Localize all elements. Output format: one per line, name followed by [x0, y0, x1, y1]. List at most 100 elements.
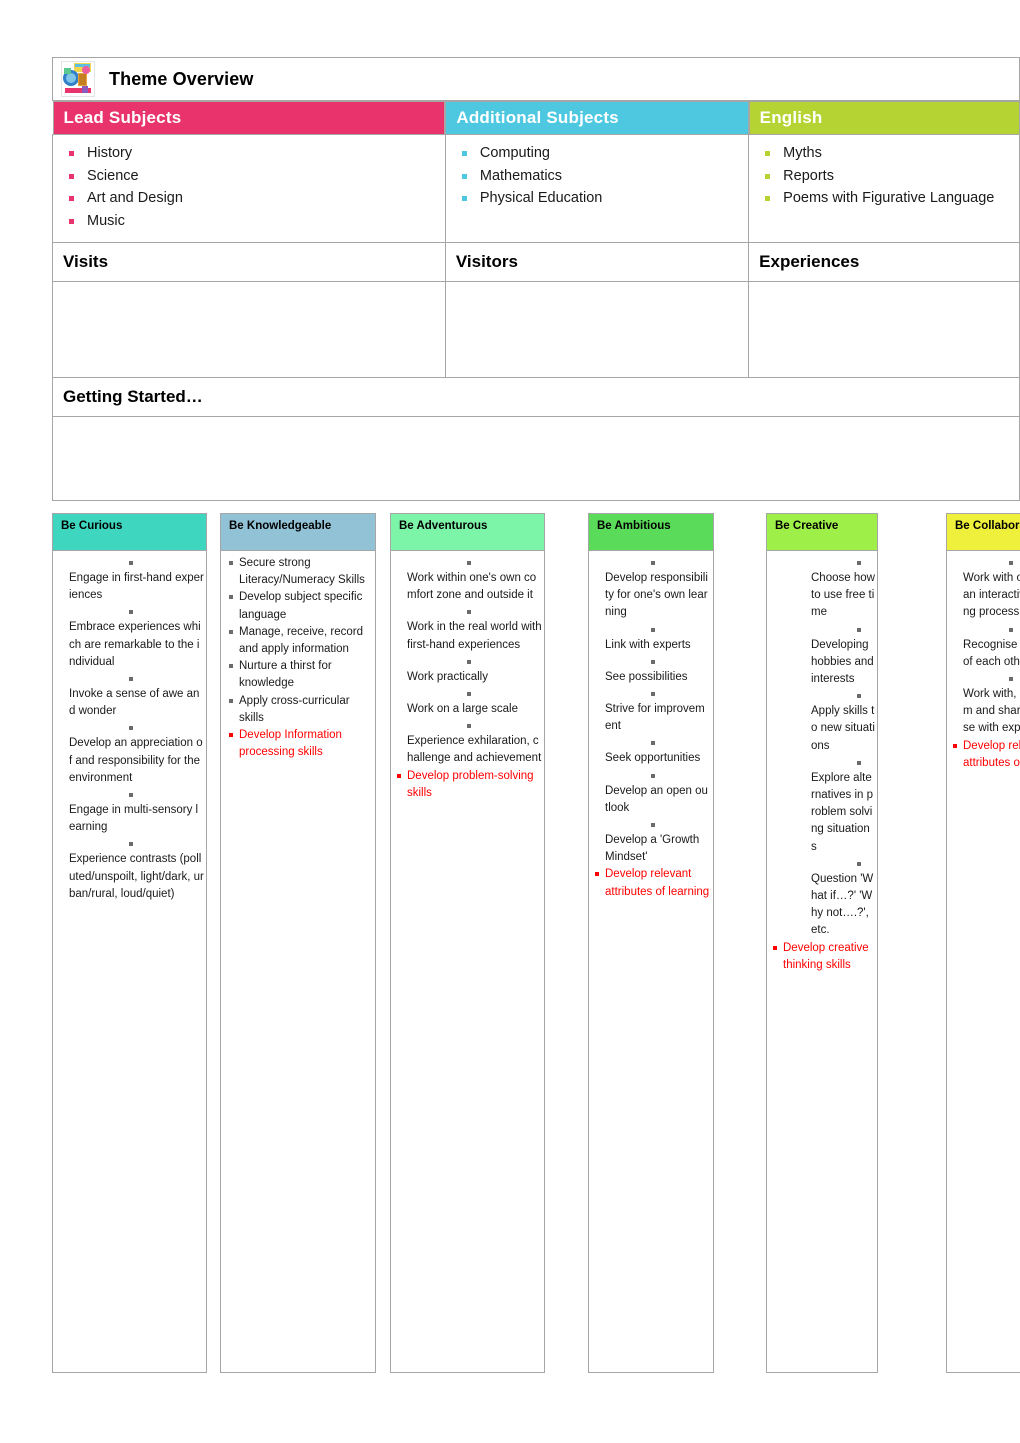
attribute-column-be-adventurous: Be Adventurous Work within one's own com… [390, 513, 545, 1373]
attribute-body-be-curious: Engage in first-hand experiences Embrace… [52, 551, 207, 1373]
title-cell: Theme Overview [52, 57, 1020, 101]
attribute-column-be-curious: Be Curious Engage in first-hand experien… [52, 513, 207, 1373]
lead-subjects-cell: History Science Art and Design Music [52, 134, 446, 243]
additional-subjects-band-cell: Additional Subjects [445, 101, 749, 135]
attribute-body-be-creative: Choose how to use free time Developing h… [766, 551, 878, 1373]
list-item: Engage in multi-sensory learning [69, 793, 204, 836]
list-item: Work within one's own comfort zone and o… [407, 561, 542, 604]
list-item: Reports [763, 165, 1019, 188]
theme-overview-table: Theme Overview Lead Subjects Additional … [52, 57, 1020, 501]
list-item: Mathematics [460, 165, 748, 188]
visitors-header-cell: Visitors [444, 242, 750, 282]
list-item: Develop problem-solving skills [393, 768, 542, 802]
list-item: Work practically [407, 660, 542, 686]
list-item: Question 'What if…?' 'Why not….?', etc. [811, 862, 875, 940]
list-item: Physical Education [460, 187, 748, 210]
list-item: Secure strong Literacy/Numeracy Skills [225, 555, 373, 589]
list-item: Experience exhilaration, challenge and a… [407, 724, 542, 767]
list-item: Work in the real world with first-hand e… [407, 610, 542, 653]
lead-subjects-list: History Science Art and Design Music [53, 135, 445, 242]
attribute-heading-be-curious: Be Curious [52, 513, 207, 551]
attribute-heading-be-ambitious: Be Ambitious [588, 513, 714, 551]
attribute-column-be-knowledgeable: Be Knowledgeable Secure strong Literacy/… [220, 513, 376, 1373]
attribute-heading-be-adventurous: Be Adventurous [390, 513, 545, 551]
getting-started-header-cell: Getting Started… [52, 377, 1020, 417]
list-item: Apply cross-curricular skills [225, 693, 373, 727]
list-item: Work on a large scale [407, 692, 542, 718]
attribute-body-be-ambitious: Develop responsibility for one's own lea… [588, 551, 714, 1373]
attribute-heading-be-knowledgeable: Be Knowledgeable [220, 513, 376, 551]
list-item: Science [67, 165, 445, 188]
getting-started-header-row: Getting Started… [52, 377, 1020, 417]
experiences-header-cell: Experiences [748, 242, 1020, 282]
additional-subjects-cell: Computing Mathematics Physical Education [444, 134, 750, 243]
list-item: Develop an open outlook [605, 774, 711, 817]
list-item: Work with others in an interactive learn… [963, 561, 1020, 622]
attribute-list: Work within one's own comfort zone and o… [393, 561, 542, 802]
getting-started-content-row [52, 416, 1020, 501]
list-item: Seek opportunities [605, 741, 711, 767]
list-item: Work with, learn from and share expertis… [963, 677, 1020, 738]
planning-content-row [52, 281, 1020, 378]
page-title: Theme Overview [109, 68, 254, 89]
experiences-content[interactable] [748, 281, 1020, 378]
visits-heading: Visits [63, 252, 109, 271]
visits-header-cell: Visits [52, 242, 446, 282]
attribute-list: Secure strong Literacy/Numeracy Skills D… [223, 555, 373, 761]
list-item: Strive for improvement [605, 692, 711, 735]
list-item: Apply skills to new situations [811, 694, 875, 755]
visits-content[interactable] [52, 281, 446, 378]
title-row: Theme Overview [52, 57, 1020, 101]
list-item: Develop relevant attributes of learning [591, 866, 711, 900]
attribute-column-be-ambitious: Be Ambitious Develop responsibility for … [588, 513, 714, 1373]
list-item: Recognise the value of each other [963, 628, 1020, 671]
list-item: Poems with Figurative Language [763, 187, 1019, 210]
attribute-body-be-knowledgeable: Secure strong Literacy/Numeracy Skills D… [220, 551, 376, 1373]
theme-overview-page: Theme Overview Lead Subjects Additional … [0, 0, 1020, 1443]
lead-subjects-heading: Lead Subjects [53, 102, 445, 134]
visitors-content[interactable] [444, 281, 750, 378]
attribute-list: Choose how to use free time Developing h… [769, 561, 875, 974]
list-item: Link with experts [605, 628, 711, 654]
subject-band-row: Lead Subjects Additional Subjects Englis… [52, 101, 1020, 135]
list-item: Nurture a thirst for knowledge [225, 658, 373, 692]
getting-started-content[interactable] [52, 416, 1020, 501]
list-item: Developing hobbies and interests [811, 628, 875, 689]
visitors-heading: Visitors [455, 252, 518, 271]
attribute-body-be-collaborative: Work with others in an interactive learn… [946, 551, 1020, 1373]
attribute-list: Develop responsibility for one's own lea… [591, 561, 711, 901]
lead-subjects-band-cell: Lead Subjects [52, 101, 446, 135]
english-list: Myths Reports Poems with Figurative Lang… [749, 135, 1019, 231]
list-item: Invoke a sense of awe and wonder [69, 677, 204, 720]
list-item: Computing [460, 142, 748, 165]
list-item: Develop an appreciation of and responsib… [69, 726, 204, 787]
list-item: Manage, receive, record and apply inform… [225, 624, 373, 658]
list-item: Develop responsibility for one's own lea… [605, 561, 711, 622]
experiences-heading: Experiences [759, 252, 860, 271]
subject-lists-row: History Science Art and Design Music Com… [52, 134, 1020, 243]
attribute-body-be-adventurous: Work within one's own comfort zone and o… [390, 551, 545, 1373]
attribute-column-be-creative: Be Creative Choose how to use free time … [766, 513, 878, 1373]
planning-headers-row: Visits Visitors Experiences [52, 242, 1020, 282]
list-item: See possibilities [605, 660, 711, 686]
list-item: Develop Information processing skills [225, 727, 373, 761]
additional-subjects-list: Computing Mathematics Physical Education [446, 135, 748, 231]
list-item: Develop creative thinking skills [769, 940, 875, 974]
list-item: Engage in first-hand experiences [69, 561, 204, 604]
theme-illustration-icon [61, 61, 95, 97]
list-item: History [67, 142, 445, 165]
attribute-heading-be-collaborative: Be Collaborative [946, 513, 1020, 551]
getting-started-heading: Getting Started… [63, 387, 203, 406]
english-heading: English [749, 102, 1019, 134]
attribute-list: Work with others in an interactive learn… [949, 561, 1020, 772]
list-item: Music [67, 210, 445, 233]
attribute-column-be-collaborative: Be Collaborative Work with others in an … [946, 513, 1020, 1373]
english-cell: Myths Reports Poems with Figurative Lang… [748, 134, 1020, 243]
list-item: Experience contrasts (polluted/unspoilt,… [69, 842, 204, 903]
english-band-cell: English [748, 101, 1020, 135]
attribute-heading-be-creative: Be Creative [766, 513, 878, 551]
list-item: Develop a 'Growth Mindset' [605, 823, 711, 866]
list-item: Art and Design [67, 187, 445, 210]
list-item: Develop subject specific language [225, 589, 373, 623]
attribute-list: Engage in first-hand experiences Embrace… [55, 561, 204, 903]
